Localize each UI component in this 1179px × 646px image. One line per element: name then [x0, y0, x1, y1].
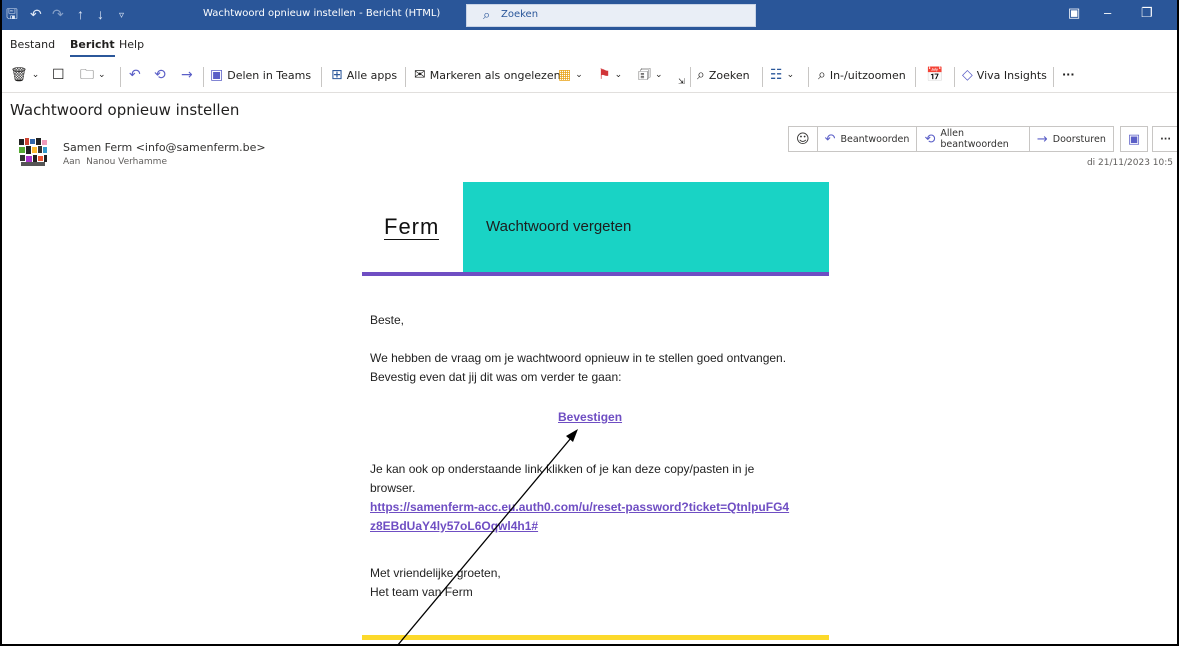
annotation-arrow: [396, 429, 578, 646]
